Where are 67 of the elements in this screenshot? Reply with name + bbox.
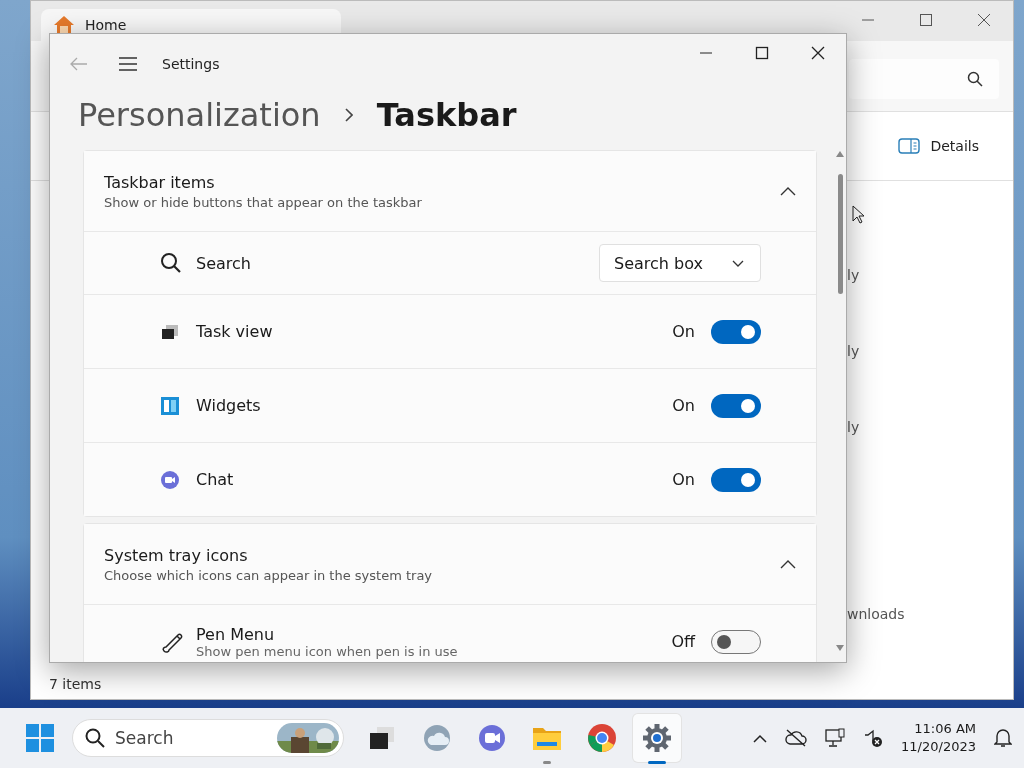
toggle-state-label: On bbox=[672, 470, 695, 489]
start-icon[interactable] bbox=[26, 724, 54, 752]
chevron-right-icon bbox=[344, 108, 353, 122]
setting-description: Show pen menu icon when pen is in use bbox=[196, 643, 458, 659]
toggle-state-label: Off bbox=[671, 632, 695, 651]
file-name: wnloads bbox=[847, 606, 905, 622]
details-pane-icon bbox=[898, 138, 921, 154]
speaker-muted-icon[interactable] bbox=[863, 728, 884, 748]
scrollbar-thumb[interactable] bbox=[838, 174, 843, 294]
chevron-down-icon bbox=[732, 259, 744, 267]
section-header[interactable]: System tray icons Choose which icons can appear in the system tray bbox=[84, 524, 816, 604]
search-mode-dropdown[interactable]: Search box bbox=[599, 244, 761, 282]
chat-icon bbox=[160, 469, 180, 490]
toggle-switch[interactable] bbox=[711, 629, 761, 654]
window-title: Settings bbox=[162, 56, 220, 72]
search-icon bbox=[160, 252, 182, 274]
details-button[interactable]: Details bbox=[894, 134, 983, 158]
search-field[interactable] bbox=[849, 59, 999, 99]
section-subtitle: Choose which icons can appear in the system tray bbox=[104, 567, 433, 583]
close-icon[interactable] bbox=[977, 13, 991, 27]
chevron-up-icon[interactable] bbox=[780, 186, 796, 196]
file-name: ly bbox=[847, 419, 860, 435]
running-indicator bbox=[543, 761, 551, 764]
maximize-icon[interactable] bbox=[755, 46, 769, 60]
setting-label: Task view bbox=[196, 322, 273, 341]
page-title: Taskbar bbox=[376, 96, 517, 134]
scroll-up-arrow-icon[interactable] bbox=[835, 150, 845, 158]
section-title: System tray icons bbox=[104, 545, 249, 565]
mouse-cursor-icon bbox=[852, 205, 866, 225]
file-name: ly bbox=[847, 267, 860, 283]
running-indicator bbox=[648, 761, 666, 764]
maximize-icon[interactable] bbox=[919, 13, 933, 27]
setting-label: Chat bbox=[196, 470, 234, 489]
clock-date[interactable]: 11/20/2023 bbox=[901, 738, 976, 756]
task-view-icon[interactable] bbox=[368, 725, 396, 751]
toggle-switch[interactable] bbox=[711, 393, 761, 418]
search-icon bbox=[967, 71, 983, 87]
scroll-down-arrow-icon[interactable] bbox=[835, 644, 845, 652]
toggle-switch[interactable] bbox=[711, 319, 761, 344]
task-view-icon bbox=[160, 322, 180, 341]
toggle-state-label: On bbox=[672, 396, 695, 415]
network-icon[interactable] bbox=[825, 728, 846, 748]
setting-label: Search bbox=[196, 253, 251, 273]
bell-icon[interactable] bbox=[994, 728, 1012, 748]
chat-icon[interactable] bbox=[477, 723, 507, 753]
widgets-icon bbox=[160, 395, 180, 416]
section-subtitle: Show or hide buttons that appear on the taskbar bbox=[104, 194, 422, 210]
setting-label: Pen Menu bbox=[196, 624, 276, 644]
chevron-up-icon[interactable] bbox=[753, 733, 768, 743]
close-icon[interactable] bbox=[811, 46, 825, 60]
chevron-up-icon[interactable] bbox=[780, 559, 796, 569]
cloud-offline-icon[interactable] bbox=[785, 729, 808, 747]
section-title: Taskbar items bbox=[104, 172, 216, 192]
section-header[interactable]: Taskbar items Show or hide buttons that appear on the taskbar bbox=[84, 151, 816, 231]
toggle-state-label: On bbox=[672, 322, 695, 341]
status-text: 7 items bbox=[49, 676, 102, 692]
setting-label: Widgets bbox=[196, 396, 261, 415]
breadcrumb-link[interactable]: Personalization bbox=[78, 96, 321, 134]
file-name: ly bbox=[847, 343, 860, 359]
toggle-switch[interactable] bbox=[711, 467, 761, 492]
gear-icon[interactable] bbox=[642, 723, 672, 753]
browser-icon[interactable] bbox=[587, 723, 617, 753]
taskbar-search-field[interactable]: Search bbox=[72, 719, 344, 757]
menu-icon[interactable] bbox=[118, 57, 138, 71]
search-icon bbox=[85, 728, 105, 748]
house-icon bbox=[53, 15, 75, 35]
clock-time[interactable]: 11:06 AM bbox=[914, 720, 976, 738]
